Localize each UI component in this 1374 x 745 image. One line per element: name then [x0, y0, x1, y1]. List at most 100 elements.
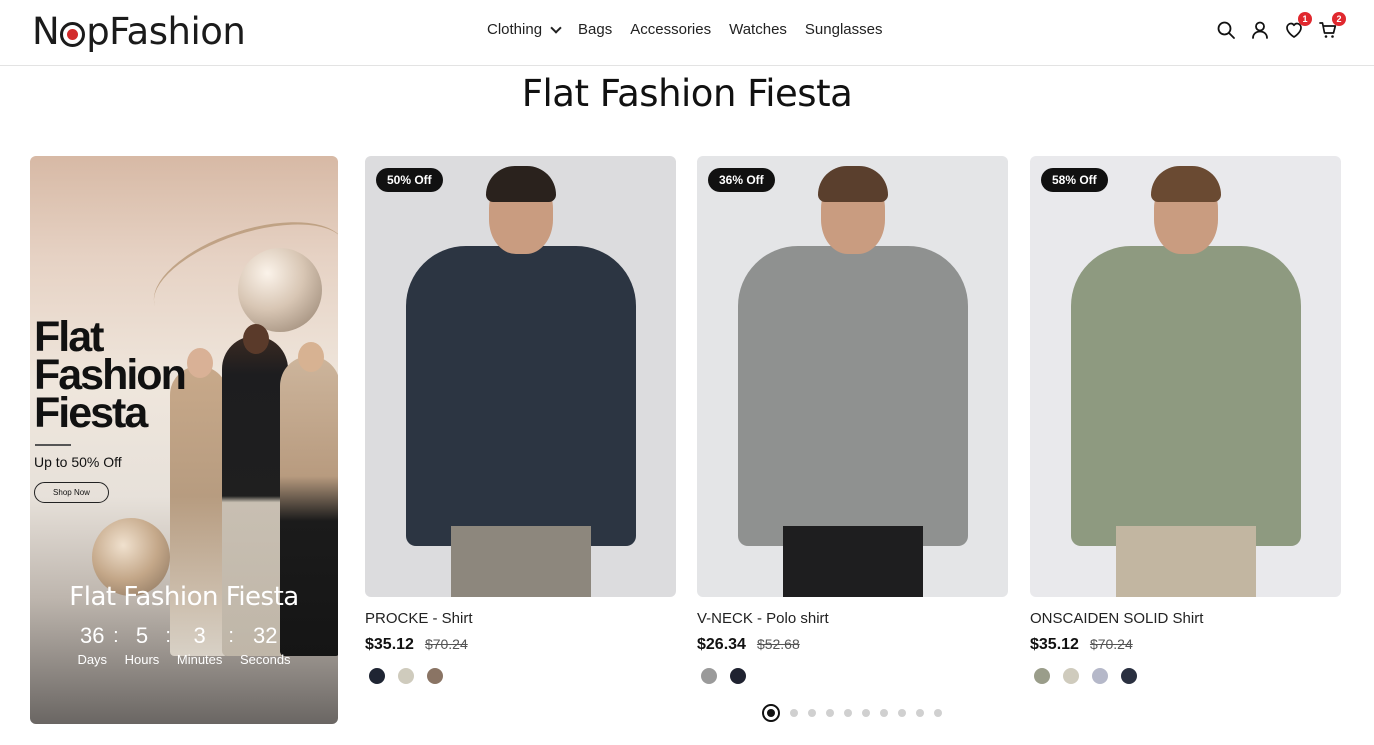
countdown-minutes: 3 Minutes	[177, 623, 223, 668]
promo-headline-line: Fiesta	[34, 389, 148, 437]
model-trousers	[782, 526, 923, 597]
model-head	[187, 348, 213, 378]
color-swatch[interactable]	[369, 668, 385, 684]
account-button[interactable]	[1250, 20, 1270, 40]
model-shirt	[737, 246, 968, 546]
countdown-separator: :	[165, 625, 171, 647]
nav-item-clothing[interactable]: Clothing	[487, 21, 562, 38]
promo-banner[interactable]: Flat Fashion Fiesta Up to 50% Off Shop N…	[30, 156, 338, 724]
countdown-value: 36	[80, 623, 105, 648]
countdown-value: 3	[193, 623, 206, 648]
product-model	[391, 166, 651, 597]
product-image[interactable]: 36% Off	[697, 156, 1008, 597]
current-price: $35.12	[1030, 636, 1079, 653]
pagination-dot[interactable]	[934, 709, 942, 717]
color-swatch[interactable]	[1063, 668, 1079, 684]
product-image[interactable]: 58% Off	[1030, 156, 1341, 597]
nav-item-label: Bags	[578, 21, 613, 38]
decorative-sphere	[238, 248, 322, 332]
nav-item-label: Watches	[729, 21, 787, 38]
shop-now-button[interactable]: Shop Now	[34, 482, 109, 503]
promo-headline: Flat Fashion Fiesta	[34, 316, 187, 437]
color-swatches	[1030, 668, 1341, 684]
countdown-seconds: 32 Seconds	[239, 623, 291, 668]
wishlist-count-badge: 1	[1298, 12, 1312, 26]
pagination-dot[interactable]	[790, 709, 798, 717]
countdown-separator: :	[228, 625, 234, 647]
model-shirt	[405, 246, 636, 546]
countdown-value: 32	[253, 623, 278, 648]
product-card[interactable]: 36% Off V-NECK - Polo shirt $26.34 $52.6…	[697, 156, 1008, 684]
promo-title: Flat Fashion Fiesta	[69, 582, 299, 612]
logo[interactable]: NpFashion	[32, 10, 246, 53]
model-head	[243, 324, 269, 354]
wishlist-button[interactable]: 1	[1284, 12, 1312, 40]
logo-text-end: pFashion	[86, 10, 246, 53]
cart-button[interactable]: 2	[1318, 12, 1346, 40]
logo-mark-icon	[60, 22, 86, 47]
product-name[interactable]: V-NECK - Polo shirt	[697, 610, 1008, 628]
model-hair	[817, 166, 888, 202]
pagination-dot[interactable]	[862, 709, 870, 717]
product-image[interactable]: 50% Off	[365, 156, 676, 597]
color-swatch[interactable]	[427, 668, 443, 684]
original-price: $70.24	[424, 636, 468, 652]
original-price: $70.24	[1089, 636, 1133, 652]
color-swatches	[365, 668, 676, 684]
discount-badge: 36% Off	[708, 168, 775, 192]
color-swatch[interactable]	[701, 668, 717, 684]
nav-item-sunglasses[interactable]: Sunglasses	[805, 21, 883, 38]
discount-badge: 50% Off	[376, 168, 443, 192]
color-swatch[interactable]	[1092, 668, 1108, 684]
color-swatch[interactable]	[1034, 668, 1050, 684]
nav-item-label: Clothing	[487, 21, 543, 38]
color-swatches	[697, 668, 1008, 684]
pagination-dot[interactable]	[826, 709, 834, 717]
color-swatch[interactable]	[1121, 668, 1137, 684]
product-card[interactable]: 50% Off PROCKE - Shirt $35.12 $70.24	[365, 156, 676, 684]
model-hair	[485, 166, 556, 202]
pagination-dot[interactable]	[880, 709, 888, 717]
product-model	[1056, 166, 1316, 597]
search-button[interactable]	[1216, 20, 1236, 40]
product-model	[723, 166, 983, 597]
site-header: NpFashion Clothing Bags Accessories Watc…	[0, 0, 1374, 66]
model-head	[298, 342, 324, 372]
pagination-dot-active[interactable]	[762, 704, 780, 722]
nav-item-accessories[interactable]: Accessories	[630, 21, 711, 38]
countdown-value: 5	[135, 623, 149, 648]
section-title: Flat Fashion Fiesta	[521, 72, 853, 115]
countdown-timer: 36 Days : 5 Hours : 3 Minutes : 32 Secon…	[30, 623, 338, 668]
model-hair	[1150, 166, 1221, 202]
nav-item-watches[interactable]: Watches	[729, 21, 787, 38]
pagination-dot[interactable]	[898, 709, 906, 717]
user-icon	[1252, 21, 1268, 39]
product-name[interactable]: PROCKE - Shirt	[365, 610, 676, 628]
main-nav: Clothing Bags Accessories Watches Sungla…	[487, 21, 882, 38]
current-price: $26.34	[697, 636, 746, 653]
divider	[35, 444, 71, 446]
color-swatch[interactable]	[398, 668, 414, 684]
product-name[interactable]: ONSCAIDEN SOLID Shirt	[1030, 610, 1341, 628]
product-price: $35.12 $70.24	[1030, 636, 1341, 654]
color-swatch[interactable]	[730, 668, 746, 684]
current-price: $35.12	[365, 636, 414, 653]
pagination-dot[interactable]	[808, 709, 816, 717]
nav-item-label: Accessories	[630, 21, 712, 38]
search-icon	[1217, 21, 1235, 39]
product-card[interactable]: 58% Off ONSCAIDEN SOLID Shirt $35.12 $70…	[1030, 156, 1341, 684]
header-actions: 1 2	[1216, 12, 1346, 40]
promo-subtitle: Up to 50% Off	[34, 454, 122, 470]
pagination-dot[interactable]	[916, 709, 924, 717]
logo-text-start: N	[32, 10, 60, 53]
countdown-label: Hours	[124, 652, 160, 667]
countdown-label: Days	[77, 652, 108, 667]
countdown-label: Seconds	[239, 652, 291, 667]
nav-item-label: Sunglasses	[804, 21, 883, 38]
model-trousers	[1115, 526, 1256, 597]
countdown-separator: :	[113, 625, 119, 647]
cart-count-badge: 2	[1332, 12, 1346, 26]
product-price: $26.34 $52.68	[697, 636, 1008, 654]
nav-item-bags[interactable]: Bags	[578, 21, 612, 38]
pagination-dot[interactable]	[844, 709, 852, 717]
